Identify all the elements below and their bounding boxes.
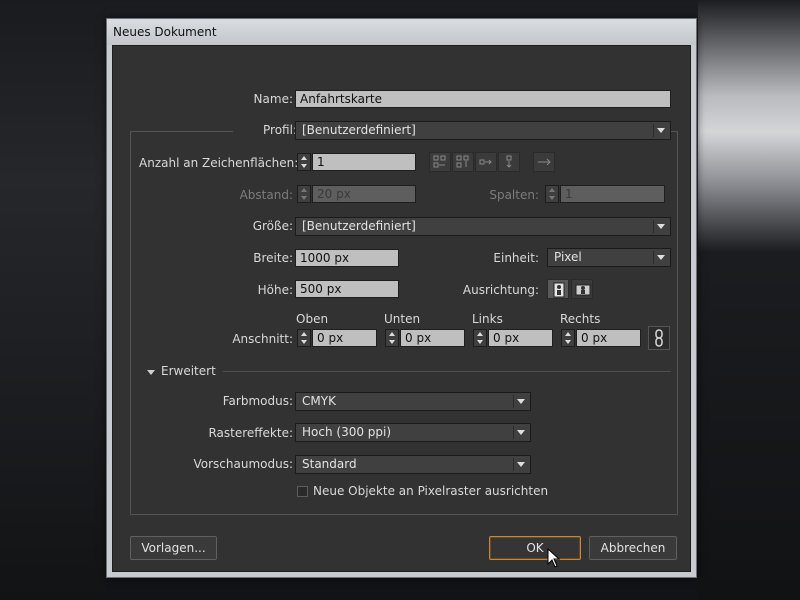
profile-select-value: [Benutzerdefiniert]	[302, 123, 416, 137]
profile-label: Profil:	[233, 123, 297, 137]
color-mode-select[interactable]: CMYK	[295, 392, 531, 411]
select-separator	[653, 220, 654, 233]
columns-input[interactable]: 1	[560, 185, 665, 203]
chevron-down-icon	[657, 128, 665, 133]
bleed-left-label: Links	[472, 312, 503, 326]
spacing-input[interactable]: 20 px	[312, 185, 416, 203]
arrow-up-icon	[301, 156, 307, 160]
arrow-down-icon	[301, 196, 307, 200]
select-separator	[653, 124, 654, 137]
landscape-icon[interactable]	[571, 279, 593, 299]
select-separator	[513, 395, 514, 408]
chevron-down-icon	[517, 399, 525, 404]
unit-select-value: Pixel	[554, 250, 582, 264]
chevron-down-icon	[657, 255, 665, 260]
spacing-label: Abstand:	[239, 188, 293, 202]
columns-label: Spalten:	[489, 188, 539, 202]
templates-button[interactable]: Vorlagen...	[130, 536, 217, 560]
width-input[interactable]: 1000 px	[295, 249, 399, 267]
mouse-cursor-icon	[547, 548, 561, 568]
bleed-right-label: Rechts	[560, 312, 601, 326]
bleed-left-input[interactable]: 0 px	[488, 329, 553, 347]
arrange-by-row-icon[interactable]	[475, 152, 497, 172]
size-select[interactable]: [Benutzerdefiniert]	[295, 217, 671, 236]
bleed-bottom-stepper[interactable]	[385, 329, 399, 347]
bleed-top-label: Oben	[296, 312, 329, 326]
arrow-down-icon	[549, 196, 555, 200]
size-label: Größe:	[252, 219, 293, 233]
width-label: Breite:	[253, 251, 293, 265]
advanced-label[interactable]: Erweitert	[161, 364, 216, 378]
size-select-value: [Benutzerdefiniert]	[302, 219, 416, 233]
bleed-left-stepper[interactable]	[473, 329, 487, 347]
cancel-button[interactable]: Abbrechen	[589, 536, 677, 560]
orientation-label: Ausrichtung:	[462, 283, 539, 297]
bleed-top-stepper[interactable]	[297, 329, 311, 347]
preview-mode-label: Vorschaumodus:	[193, 457, 293, 471]
disclosure-triangle-icon[interactable]	[147, 370, 155, 375]
link-icon[interactable]	[648, 326, 670, 350]
chevron-down-icon	[517, 462, 525, 467]
bleed-right-input[interactable]: 0 px	[576, 329, 641, 347]
select-separator	[513, 458, 514, 471]
bleed-top-input[interactable]: 0 px	[312, 329, 377, 347]
window-title: Neues Dokument	[113, 25, 217, 39]
arrow-up-icon	[301, 332, 307, 336]
arrow-down-icon	[477, 340, 483, 344]
raster-effects-select[interactable]: Hoch (300 ppi)	[295, 423, 531, 442]
ok-button[interactable]: OK	[489, 536, 581, 560]
color-mode-label: Farbmodus:	[222, 394, 293, 408]
arrow-up-icon	[301, 188, 307, 192]
height-label: Höhe:	[257, 283, 293, 297]
bleed-bottom-label: Unten	[384, 312, 421, 326]
columns-stepper[interactable]	[545, 185, 559, 203]
preview-mode-value: Standard	[302, 457, 357, 471]
right-to-left-layout-icon[interactable]	[533, 152, 555, 172]
advanced-divider	[223, 371, 671, 372]
preview-mode-select[interactable]: Standard	[295, 455, 531, 474]
artboards-input[interactable]: 1	[312, 153, 416, 171]
arrow-down-icon	[301, 164, 307, 168]
arrow-down-icon	[301, 340, 307, 344]
unit-select[interactable]: Pixel	[547, 248, 671, 267]
chevron-down-icon	[657, 224, 665, 229]
select-separator	[513, 426, 514, 439]
profile-select[interactable]: [Benutzerdefiniert]	[295, 121, 671, 140]
dialog-content: Name: Anfahrtskarte Profil: [Benutzerdef…	[112, 45, 691, 572]
spacing-stepper[interactable]	[297, 185, 311, 203]
color-mode-value: CMYK	[302, 394, 336, 408]
bleed-bottom-input[interactable]: 0 px	[400, 329, 465, 347]
arrow-down-icon	[389, 340, 395, 344]
unit-label: Einheit:	[493, 251, 539, 265]
desktop-background-right	[698, 0, 800, 600]
arrange-by-column-icon[interactable]	[498, 152, 520, 172]
raster-effects-label: Rastereffekte:	[208, 426, 293, 440]
pixel-grid-label[interactable]: Neue Objekte an Pixelraster ausrichten	[313, 484, 548, 498]
select-separator	[653, 251, 654, 264]
grid-by-column-icon[interactable]	[452, 152, 474, 172]
artboards-stepper[interactable]	[297, 153, 311, 171]
arrow-up-icon	[389, 332, 395, 336]
portrait-icon[interactable]	[547, 279, 569, 299]
arrow-up-icon	[549, 188, 555, 192]
chevron-down-icon	[517, 430, 525, 435]
bleed-label: Anschnitt:	[232, 332, 293, 346]
arrow-up-icon	[565, 332, 571, 336]
arrow-up-icon	[477, 332, 483, 336]
raster-effects-value: Hoch (300 ppi)	[302, 425, 392, 439]
window-titlebar[interactable]: Neues Dokument	[107, 19, 696, 45]
new-document-dialog: Neues Dokument Name: Anfahrtskarte Profi…	[106, 18, 697, 578]
pixel-grid-checkbox[interactable]	[297, 486, 308, 497]
arrow-down-icon	[565, 340, 571, 344]
artboards-label: Anzahl an Zeichenflächen:	[139, 156, 299, 170]
grid-by-row-icon[interactable]	[429, 152, 451, 172]
name-label: Name:	[253, 92, 293, 106]
desktop-background-left	[0, 0, 106, 600]
bleed-right-stepper[interactable]	[561, 329, 575, 347]
name-input[interactable]: Anfahrtskarte	[295, 90, 671, 108]
height-input[interactable]: 500 px	[295, 280, 399, 298]
